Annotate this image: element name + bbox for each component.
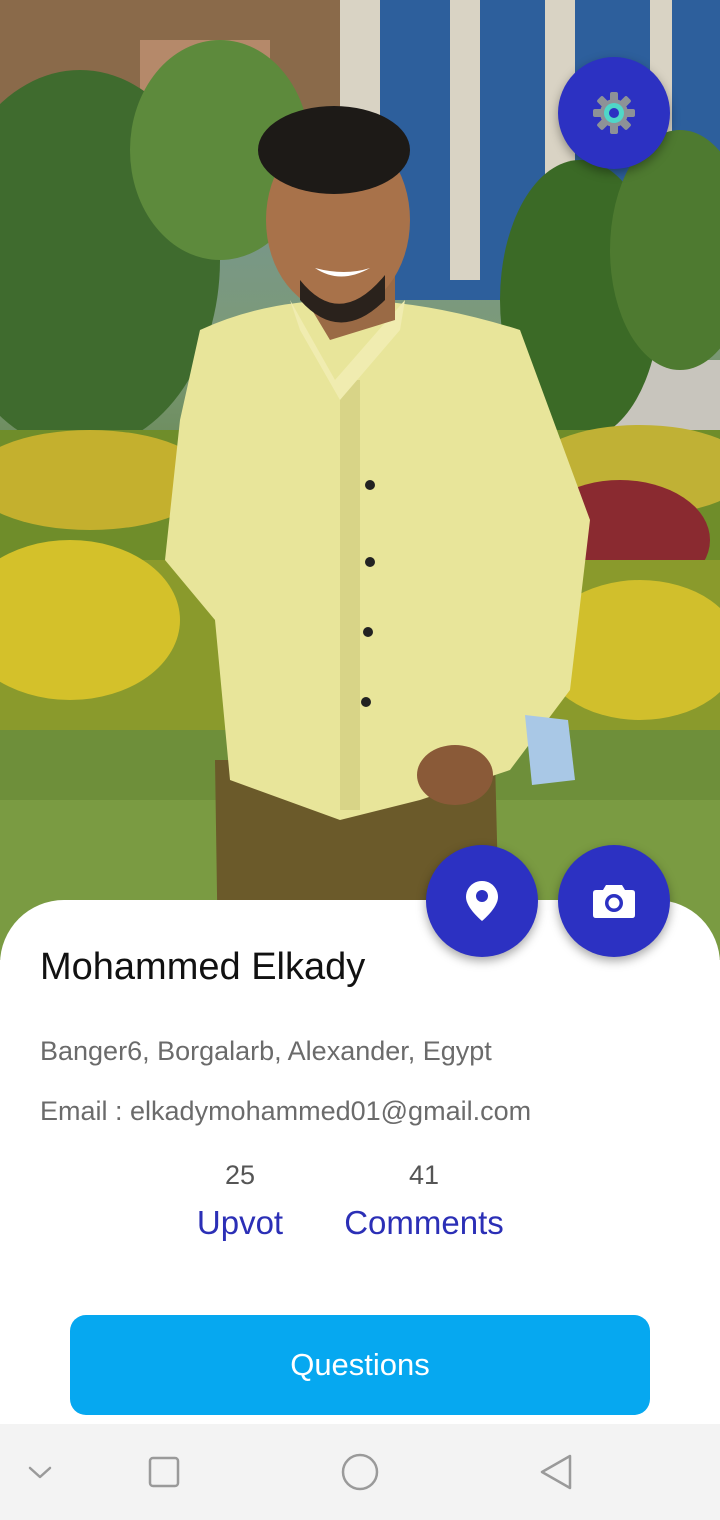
settings-button[interactable] bbox=[558, 57, 670, 169]
nav-recents-button[interactable] bbox=[140, 1448, 188, 1496]
profile-screen: Mohammed Elkady Banger6, Borgalarb, Alex… bbox=[0, 0, 720, 1520]
nav-home-button[interactable] bbox=[336, 1448, 384, 1496]
system-navigation-bar bbox=[0, 1424, 720, 1520]
comments-stat[interactable]: 41 Comments bbox=[324, 1160, 524, 1242]
gear-icon bbox=[593, 92, 635, 134]
camera-icon bbox=[593, 885, 635, 918]
upvote-count: 25 bbox=[224, 1160, 256, 1190]
upvote-stat[interactable]: 25 Upvot bbox=[140, 1160, 340, 1242]
profile-address: Banger6, Borgalarb, Alexander, Egypt bbox=[40, 1036, 492, 1066]
comments-count: 41 bbox=[408, 1160, 440, 1190]
chevron-down-icon bbox=[28, 1466, 52, 1479]
nav-back-button[interactable] bbox=[532, 1448, 580, 1496]
upvote-label[interactable]: Upvot bbox=[140, 1204, 340, 1242]
questions-button[interactable]: Questions bbox=[70, 1315, 650, 1415]
location-pin-icon bbox=[466, 881, 498, 921]
location-button[interactable] bbox=[426, 845, 538, 957]
profile-name: Mohammed Elkady bbox=[40, 946, 366, 988]
profile-card: Mohammed Elkady Banger6, Borgalarb, Alex… bbox=[0, 900, 720, 1424]
camera-button[interactable] bbox=[558, 845, 670, 957]
triangle-back-icon bbox=[540, 1454, 572, 1490]
comments-label[interactable]: Comments bbox=[324, 1204, 524, 1242]
nav-hide-button[interactable] bbox=[16, 1448, 64, 1496]
circle-icon bbox=[341, 1453, 379, 1491]
profile-email: Email : elkadymohammed01@gmail.com bbox=[40, 1096, 532, 1126]
square-icon bbox=[148, 1456, 180, 1488]
